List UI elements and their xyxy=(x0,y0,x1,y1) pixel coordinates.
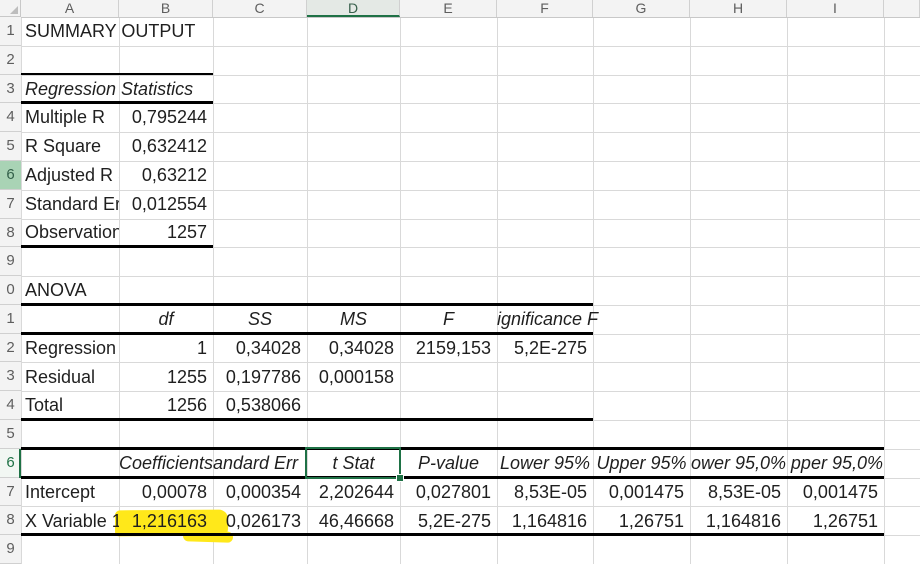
row-header-10[interactable]: 0 xyxy=(0,276,21,305)
cell-C16[interactable]: andard Err xyxy=(213,449,307,478)
column-header-B[interactable]: B xyxy=(119,0,213,17)
header-strip-border xyxy=(0,17,920,18)
row-header-14[interactable]: 4 xyxy=(0,391,21,420)
cell-A7[interactable]: Standard Error xyxy=(21,190,119,219)
cell-B8[interactable]: 1257 xyxy=(119,218,213,247)
column-header-H[interactable]: H xyxy=(690,0,787,17)
cell-B11[interactable]: df xyxy=(119,305,213,334)
cell-G17[interactable]: 0,001475 xyxy=(593,478,690,507)
cell-A17[interactable]: Intercept xyxy=(21,478,119,507)
cell-G18[interactable]: 1,26751 xyxy=(593,507,690,536)
column-header-C[interactable]: C xyxy=(213,0,307,17)
cell-A14[interactable]: Total xyxy=(21,391,119,420)
cell-F16[interactable]: Lower 95% xyxy=(497,449,593,478)
row-header-1[interactable]: 1 xyxy=(0,17,21,46)
gridline xyxy=(21,276,920,277)
column-header-partial[interactable] xyxy=(884,0,920,17)
cell-D12[interactable]: 0,34028 xyxy=(307,334,400,363)
cell-D17[interactable]: 2,202644 xyxy=(307,478,400,507)
cell-F11[interactable]: ignificance F xyxy=(497,305,598,334)
gridline xyxy=(884,17,885,564)
cell-F18[interactable]: 1,164816 xyxy=(497,507,593,536)
column-header-I[interactable]: I xyxy=(787,0,884,17)
row-header-4[interactable]: 4 xyxy=(0,103,21,132)
cell-F17[interactable]: 8,53E-05 xyxy=(497,478,593,507)
column-header-F[interactable]: F xyxy=(497,0,593,17)
row-header-13[interactable]: 3 xyxy=(0,362,21,391)
column-header-A[interactable]: A xyxy=(21,0,119,17)
row-header-2[interactable]: 2 xyxy=(0,46,21,75)
cell-B7[interactable]: 0,012554 xyxy=(119,190,213,219)
cell-C13[interactable]: 0,197786 xyxy=(213,363,307,392)
select-all-corner[interactable] xyxy=(0,0,21,17)
cell-A1[interactable]: SUMMARY OUTPUT xyxy=(21,17,195,46)
cell-E16[interactable]: P-value xyxy=(400,449,497,478)
cell-B17[interactable]: 0,00078 xyxy=(119,478,213,507)
cell-H17[interactable]: 8,53E-05 xyxy=(690,478,787,507)
cell-A10[interactable]: ANOVA xyxy=(21,276,87,305)
cell-G16[interactable]: Upper 95% xyxy=(593,449,690,478)
cell-E18[interactable]: 5,2E-275 xyxy=(400,507,497,536)
cell-B5[interactable]: 0,632412 xyxy=(119,132,213,161)
column-header-G[interactable]: G xyxy=(593,0,690,17)
row-header-19[interactable]: 9 xyxy=(0,535,21,564)
cell-E17[interactable]: 0,027801 xyxy=(400,478,497,507)
cell-F12[interactable]: 5,2E-275 xyxy=(497,334,593,363)
cell-B6[interactable]: 0,63212 xyxy=(119,161,213,190)
cell-B16[interactable]: Coefficients xyxy=(119,449,213,478)
cell-H18[interactable]: 1,164816 xyxy=(690,507,787,536)
spreadsheet: SUMMARY OUTPUT Regression Statistics Mul… xyxy=(0,0,920,564)
selected-row-header-accent xyxy=(19,449,22,478)
row-header-15[interactable]: 5 xyxy=(0,420,21,449)
cell-B4[interactable]: 0,795244 xyxy=(119,103,213,132)
cell-A6[interactable]: Adjusted R Square xyxy=(21,161,119,190)
row-header-12[interactable]: 2 xyxy=(0,334,21,363)
row-header-9[interactable]: 9 xyxy=(0,247,21,276)
cell-C17[interactable]: 0,000354 xyxy=(213,478,307,507)
cell-E11[interactable]: F xyxy=(400,305,497,334)
row-header-6[interactable]: 6 xyxy=(0,161,21,190)
cell-I18[interactable]: 1,26751 xyxy=(787,507,884,536)
row-header-8[interactable]: 8 xyxy=(0,219,21,248)
cell-A3[interactable]: Regression Statistics xyxy=(21,75,193,104)
cell-I16[interactable]: pper 95,0% xyxy=(787,449,884,478)
row-header-5[interactable]: 5 xyxy=(0,132,21,161)
column-header-D[interactable]: D xyxy=(307,0,400,17)
cell-A12[interactable]: Regression xyxy=(21,334,119,363)
cell-B18[interactable]: 1,216163 xyxy=(119,507,213,536)
cell-C14[interactable]: 0,538066 xyxy=(213,391,307,420)
cell-A4[interactable]: Multiple R xyxy=(21,103,119,132)
row-header-3[interactable]: 3 xyxy=(0,75,21,104)
cell-C18[interactable]: 0,026173 xyxy=(213,507,307,536)
cell-I17[interactable]: 0,001475 xyxy=(787,478,884,507)
row-header-18[interactable]: 8 xyxy=(0,506,21,535)
selection-fill-handle[interactable] xyxy=(396,474,404,482)
row-header-17[interactable]: 7 xyxy=(0,478,21,507)
row-header-7[interactable]: 7 xyxy=(0,190,21,219)
cell-D13[interactable]: 0,000158 xyxy=(307,363,400,392)
cell-D18[interactable]: 46,46668 xyxy=(307,507,400,536)
row-header-11[interactable]: 1 xyxy=(0,305,21,334)
cell-A13[interactable]: Residual xyxy=(21,363,119,392)
cell-B14[interactable]: 1256 xyxy=(119,391,213,420)
cell-A8[interactable]: Observations xyxy=(21,218,119,247)
cell-E12[interactable]: 2159,153 xyxy=(400,334,497,363)
cell-A5[interactable]: R Square xyxy=(21,132,119,161)
select-all-triangle-icon xyxy=(10,6,18,14)
cell-A18[interactable]: X Variable 1 xyxy=(21,507,119,536)
column-header-E[interactable]: E xyxy=(400,0,497,17)
cell-C11[interactable]: SS xyxy=(213,305,307,334)
active-cell-selection-border xyxy=(305,447,401,479)
cell-B12[interactable]: 1 xyxy=(119,334,213,363)
cell-C12[interactable]: 0,34028 xyxy=(213,334,307,363)
cell-D11[interactable]: MS xyxy=(307,305,400,334)
cell-B13[interactable]: 1255 xyxy=(119,363,213,392)
cell-H16[interactable]: ower 95,0% xyxy=(690,449,787,478)
